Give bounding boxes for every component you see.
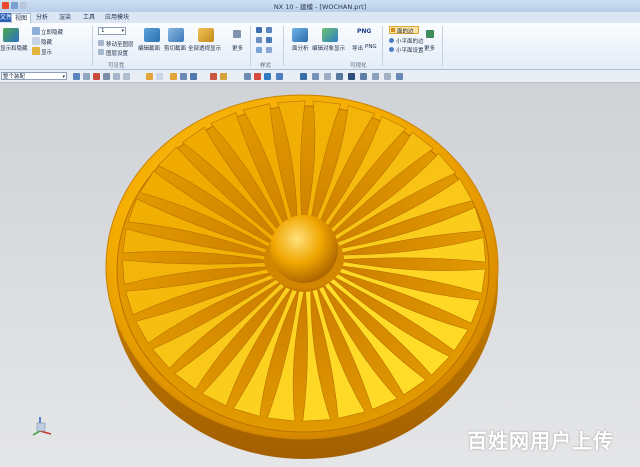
edit-section-label[interactable]: 编辑截面 xyxy=(138,44,160,52)
small-plane-settings-icon[interactable] xyxy=(389,47,394,52)
chevron-down-icon: ▾ xyxy=(62,74,65,80)
layer-select[interactable]: 1 ▾ xyxy=(98,27,126,35)
more-icon[interactable] xyxy=(426,30,434,38)
edges-icon[interactable] xyxy=(256,47,262,53)
coordinate-triad-icon xyxy=(32,417,52,436)
shaded-icon[interactable] xyxy=(256,27,262,33)
snap-center-icon[interactable] xyxy=(170,73,177,80)
chevron-down-icon: ▾ xyxy=(121,28,124,34)
hide-icon[interactable] xyxy=(32,37,40,45)
hide-label[interactable]: 隐藏 xyxy=(41,38,52,46)
tab-analysis[interactable]: 分析 xyxy=(33,13,51,22)
face-analysis-label[interactable]: 面分析 xyxy=(292,44,309,52)
snap-control-icon[interactable] xyxy=(180,73,187,80)
silhouette-toggle[interactable]: 面的边 xyxy=(389,26,419,35)
edit-object-display-label[interactable]: 编辑对象显示 xyxy=(312,44,345,52)
work-layer-icon[interactable] xyxy=(384,73,391,80)
show-label[interactable]: 显示 xyxy=(41,48,52,56)
selection-filter-value: 整个装配 xyxy=(3,74,26,80)
hidden-edges-icon[interactable] xyxy=(266,37,272,43)
studio-icon[interactable] xyxy=(266,27,272,33)
png-icon[interactable]: PNG xyxy=(357,28,371,35)
background-icon[interactable] xyxy=(396,73,403,80)
full-perspective-icon[interactable] xyxy=(198,28,214,42)
show-hide-label[interactable]: 显示和隐藏 xyxy=(0,44,28,52)
edit-section-icon[interactable] xyxy=(144,28,160,42)
layer-settings-label[interactable]: 图层设置 xyxy=(106,49,128,57)
wireframe-icon[interactable] xyxy=(256,37,262,43)
snap-point-icon[interactable] xyxy=(220,73,227,80)
snap-tangent-icon[interactable] xyxy=(276,73,283,80)
face-icon[interactable] xyxy=(266,47,272,53)
style-group-label: 样式 xyxy=(260,63,272,69)
ribbon-panel: 显示和隐藏 立即隐藏 隐藏 显示 1 ▾ 移动至图层 图层设置 可见性 编辑截面… xyxy=(0,23,640,70)
visualization-group-label: 可视化 xyxy=(350,63,367,69)
zoom-icon[interactable] xyxy=(336,73,343,80)
render-style-icon[interactable] xyxy=(348,73,355,80)
hub-dome xyxy=(270,215,338,283)
visibility-group-label: 可见性 xyxy=(108,63,125,69)
immediate-hide-icon[interactable] xyxy=(32,27,40,35)
snap-plus-icon[interactable] xyxy=(244,73,251,80)
rectangle-icon[interactable] xyxy=(113,73,120,80)
layer-visibility-icon[interactable] xyxy=(372,73,379,80)
snap-quadrant-icon[interactable] xyxy=(190,73,197,80)
export-label[interactable]: 导出 xyxy=(352,44,363,52)
divider xyxy=(250,26,251,66)
full-perspective-label[interactable]: 全部透视显示 xyxy=(188,44,221,52)
select-icon[interactable] xyxy=(73,73,80,80)
layer-select-value: 1 xyxy=(101,28,105,34)
deselect-icon[interactable] xyxy=(123,73,130,80)
immediate-hide-label[interactable]: 立即隐藏 xyxy=(41,28,63,36)
silhouette-label: 面的边 xyxy=(397,29,414,35)
move-to-layer-label[interactable]: 移动至图层 xyxy=(106,40,134,48)
snap-target-icon[interactable] xyxy=(254,73,261,80)
clip-section-icon[interactable] xyxy=(168,28,184,42)
box-select-icon[interactable] xyxy=(93,73,100,80)
export-png-label[interactable]: PNG xyxy=(365,44,377,50)
small-plane-label[interactable]: 小平面的边 xyxy=(396,37,424,45)
tab-tools[interactable]: 工具 xyxy=(80,13,98,22)
show-icon[interactable] xyxy=(32,47,40,55)
snap-circle-icon[interactable] xyxy=(264,73,271,80)
snap-endpoint-icon[interactable] xyxy=(146,73,153,80)
divider xyxy=(382,26,383,66)
divider xyxy=(442,26,443,66)
tab-application[interactable]: 应用模块 xyxy=(102,13,132,22)
clip-section-label[interactable]: 剪切截面 xyxy=(164,44,186,52)
layer-settings-icon[interactable] xyxy=(98,49,104,55)
more-label[interactable]: 更多 xyxy=(232,44,243,52)
filter-icon[interactable] xyxy=(83,73,90,80)
more-icon[interactable] xyxy=(233,30,241,38)
divider xyxy=(92,26,93,66)
show-hide-icon[interactable] xyxy=(3,28,19,42)
divider xyxy=(283,26,284,66)
selection-toolbar: 整个装配 ▾ xyxy=(0,70,640,83)
silhouette-icon xyxy=(391,28,395,32)
rotate-icon[interactable] xyxy=(312,73,319,80)
more-label[interactable]: 更多 xyxy=(424,44,435,52)
edit-object-display-icon[interactable] xyxy=(322,28,338,42)
tab-render[interactable]: 渲染 xyxy=(56,13,74,22)
pan-icon[interactable] xyxy=(324,73,331,80)
graphics-viewport[interactable]: 百姓网用户上传 xyxy=(0,83,640,467)
view-fit-icon[interactable] xyxy=(300,73,307,80)
fan-model[interactable] xyxy=(0,83,640,467)
orient-view-icon[interactable] xyxy=(360,73,367,80)
move-layer-icon[interactable] xyxy=(98,40,104,46)
window-title: NX 10 - 建模 - [WOCHAN.prt] xyxy=(273,3,367,11)
lasso-icon[interactable] xyxy=(103,73,110,80)
selection-filter-select[interactable]: 整个装配 ▾ xyxy=(1,72,67,80)
snap-intersection-icon[interactable] xyxy=(210,73,217,80)
face-analysis-icon[interactable] xyxy=(292,28,308,42)
small-plane-icon[interactable] xyxy=(389,38,394,43)
watermark-text: 百姓网用户上传 xyxy=(467,429,614,453)
snap-midpoint-icon[interactable] xyxy=(156,73,163,80)
small-plane-settings-label[interactable]: 小平面设置 xyxy=(396,46,424,54)
